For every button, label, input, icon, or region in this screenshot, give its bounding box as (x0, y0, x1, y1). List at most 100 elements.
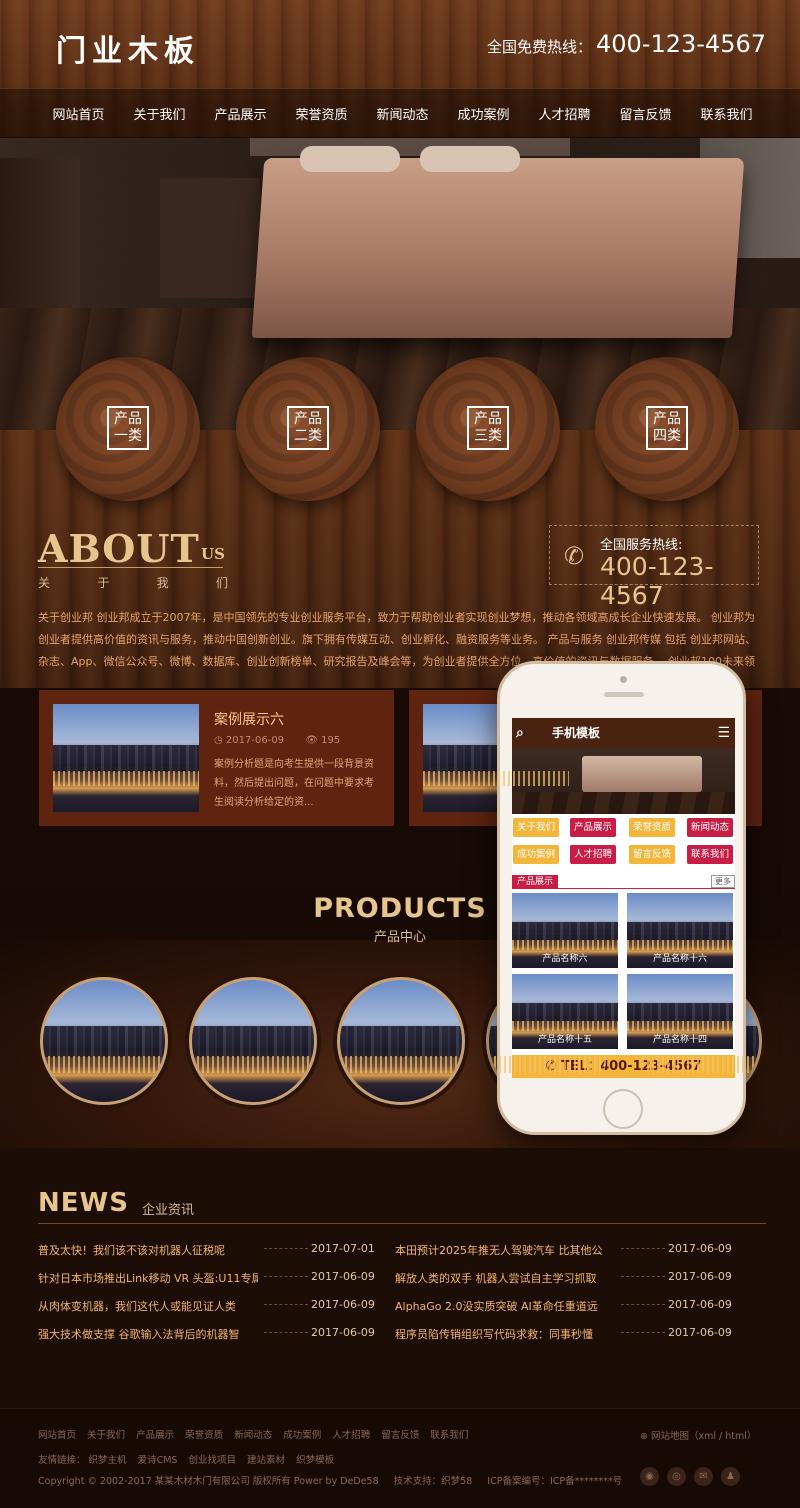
news-item-date: 2017-06-09 (311, 1270, 375, 1283)
mobile-more-link[interactable]: 更多 (711, 875, 735, 888)
category-label-box: 产品 一类 (107, 406, 149, 450)
friend-link[interactable]: 织梦模板 (296, 1455, 334, 1466)
news-item[interactable]: 强大技术做支撑 谷歌输入法背后的机器智 2017-06-09 (38, 1322, 376, 1350)
product-circle[interactable] (189, 977, 317, 1105)
mobile-section-header: 产品展示 更多 (512, 875, 735, 889)
category-label-box: 产品 三类 (467, 406, 509, 450)
footer-link[interactable]: 关于我们 (87, 1430, 125, 1441)
category-circle-1[interactable]: 产品 一类 (56, 357, 200, 501)
service-hotline-label: 全国服务热线: (600, 538, 683, 553)
news-item[interactable]: 本田预计2025年推无人驾驶汽车 比其他公 2017-06-09 (395, 1238, 733, 1266)
friend-links-label: 友情链接： (38, 1455, 86, 1466)
nav-item-about[interactable]: 关于我们 (119, 104, 200, 123)
case-title[interactable]: 案例展示六 (214, 709, 284, 729)
friend-link[interactable]: 爱诗CMS (138, 1455, 178, 1466)
news-item-date: 2017-06-09 (668, 1242, 732, 1255)
friend-link[interactable]: 织梦主机 (89, 1455, 127, 1466)
eye-icon: 👁 (305, 735, 318, 746)
footer-link[interactable]: 联系我们 (430, 1430, 468, 1441)
news-item-date: 2017-06-09 (311, 1298, 375, 1311)
news-item-title[interactable]: 普及太快！我们该不该对机器人征税呢 (38, 1242, 258, 1258)
weibo-icon[interactable]: ◉ (640, 1467, 659, 1486)
news-item-leader (621, 1332, 665, 1333)
mobile-nav-item[interactable]: 新闻动态 (687, 818, 733, 837)
footer-links: 网站首页 关于我们 产品展示 荣誉资质 新闻动态 成功案例 人才招聘 留言反馈 … (38, 1427, 476, 1441)
news-item-leader (264, 1248, 308, 1249)
mobile-product-card[interactable]: 产品名称十四 (627, 974, 733, 1049)
news-item-title[interactable]: 从肉体变机器，我们这代人或能见证人类 (38, 1298, 258, 1314)
qq-icon[interactable]: ♟ (721, 1467, 740, 1486)
news-item-title[interactable]: 程序员陷传销组织写代码求救：同事秒懂 (395, 1326, 615, 1342)
mobile-product-name: 产品名称六 (542, 954, 588, 964)
news-item-title[interactable]: 解放人类的双手 机器人尝试自主学习抓取 (395, 1270, 615, 1286)
footer-link[interactable]: 荣誉资质 (185, 1430, 223, 1441)
search-icon[interactable]: ⌕ (516, 718, 524, 748)
footer-link[interactable]: 网站首页 (38, 1430, 76, 1441)
category-circle-4[interactable]: 产品 四类 (595, 357, 739, 501)
category-label-line1: 产品 (653, 411, 681, 427)
nav-item-feedback[interactable]: 留言反馈 (605, 104, 686, 123)
mobile-product-name: 产品名称十五 (537, 1035, 592, 1045)
news-column-right: 本田预计2025年推无人驾驶汽车 比其他公 2017-06-09 解放人类的双手 … (395, 1238, 733, 1350)
nav-item-contact[interactable]: 联系我们 (686, 104, 767, 123)
wechat-icon[interactable]: ✉ (694, 1467, 713, 1486)
footer-link[interactable]: 新闻动态 (234, 1430, 272, 1441)
case-thumbnail[interactable] (53, 704, 199, 812)
category-label-line2: 三类 (474, 428, 502, 444)
friend-link[interactable]: 创业找项目 (189, 1455, 237, 1466)
footer-link[interactable]: 留言反馈 (381, 1430, 419, 1441)
news-subheading: 企业资讯 (142, 1203, 195, 1218)
mobile-nav-item[interactable]: 成功案例 (513, 845, 559, 864)
news-item-title[interactable]: 强大技术做支撑 谷歌输入法背后的机器智 (38, 1326, 258, 1342)
mobile-nav-item[interactable]: 人才招聘 (570, 845, 616, 864)
nav-item-honors[interactable]: 荣誉资质 (281, 104, 362, 123)
mobile-header: ⌕ 手机模板 ☰ (512, 718, 735, 748)
friend-link[interactable]: 建站素材 (247, 1455, 285, 1466)
header-hotline: 全国免费热线： 400-123-4567 (487, 30, 766, 58)
category-circle-2[interactable]: 产品 二类 (236, 357, 380, 501)
menu-icon[interactable]: ☰ (717, 718, 730, 748)
mobile-product-card[interactable]: 产品名称六 (512, 893, 618, 968)
mobile-nav-item[interactable]: 关于我们 (513, 818, 559, 837)
nav-item-jobs[interactable]: 人才招聘 (524, 104, 605, 123)
mobile-nav-item[interactable]: 产品展示 (570, 818, 616, 837)
nav-item-cases[interactable]: 成功案例 (443, 104, 524, 123)
news-item[interactable]: 针对日本市场推出Link移动 VR 头盔:U11专属 2017-06-09 (38, 1266, 376, 1294)
news-item[interactable]: 解放人类的双手 机器人尝试自主学习抓取 2017-06-09 (395, 1266, 733, 1294)
footer-link[interactable]: 产品展示 (136, 1430, 174, 1441)
phone-icon: ✆ (564, 542, 585, 570)
category-circle-3[interactable]: 产品 三类 (416, 357, 560, 501)
news-item[interactable]: 普及太快！我们该不该对机器人征税呢 2017-07-01 (38, 1238, 376, 1266)
mobile-nav-item[interactable]: 荣誉资质 (629, 818, 675, 837)
about-heading-suffix: US (201, 545, 225, 563)
news-item-date: 2017-06-09 (668, 1326, 732, 1339)
news-item-title[interactable]: 针对日本市场推出Link移动 VR 头盔:U11专属 (38, 1270, 258, 1286)
news-item[interactable]: 程序员陷传销组织写代码求救：同事秒懂 2017-06-09 (395, 1322, 733, 1350)
case-card[interactable]: 案例展示六 ◷ 2017-06-09 👁 195 案例分析题是向考生提供一段背景… (39, 690, 394, 826)
social-icons: ◉ ◎ ✉ ♟ (640, 1467, 740, 1486)
category-label-line2: 二类 (294, 428, 322, 444)
product-circle[interactable] (40, 977, 168, 1105)
nav-item-news[interactable]: 新闻动态 (362, 104, 443, 123)
site-logo[interactable]: 门业木板 (56, 26, 200, 70)
sitemap-text[interactable]: 网站地图（xml / html） (651, 1431, 756, 1442)
nav-item-home[interactable]: 网站首页 (38, 104, 119, 123)
category-label-box: 产品 二类 (287, 406, 329, 450)
banner-cabinet (160, 178, 260, 298)
footer-link[interactable]: 人才招聘 (332, 1430, 370, 1441)
product-circle[interactable] (337, 977, 465, 1105)
sitemap-icon: ⊕ (640, 1431, 651, 1442)
phone-home-button (603, 1089, 643, 1129)
mobile-product-card[interactable]: 产品名称十六 (627, 893, 733, 968)
mobile-product-card[interactable]: 产品名称十五 (512, 974, 618, 1049)
news-item[interactable]: AlphaGo 2.0没实质突破 AI革命任重道远 2017-06-09 (395, 1294, 733, 1322)
news-item-title[interactable]: 本田预计2025年推无人驾驶汽车 比其他公 (395, 1242, 615, 1258)
news-item[interactable]: 从肉体变机器，我们这代人或能见证人类 2017-06-09 (38, 1294, 376, 1322)
mobile-nav-item[interactable]: 留言反馈 (629, 845, 675, 864)
news-item-title[interactable]: AlphaGo 2.0没实质突破 AI革命任重道远 (395, 1298, 615, 1314)
sitemap-link[interactable]: ⊕ 网站地图（xml / html） (640, 1428, 756, 1442)
mobile-nav-item[interactable]: 联系我们 (687, 845, 733, 864)
footer-link[interactable]: 成功案例 (283, 1430, 321, 1441)
tencent-weibo-icon[interactable]: ◎ (667, 1467, 686, 1486)
nav-item-products[interactable]: 产品展示 (200, 104, 281, 123)
